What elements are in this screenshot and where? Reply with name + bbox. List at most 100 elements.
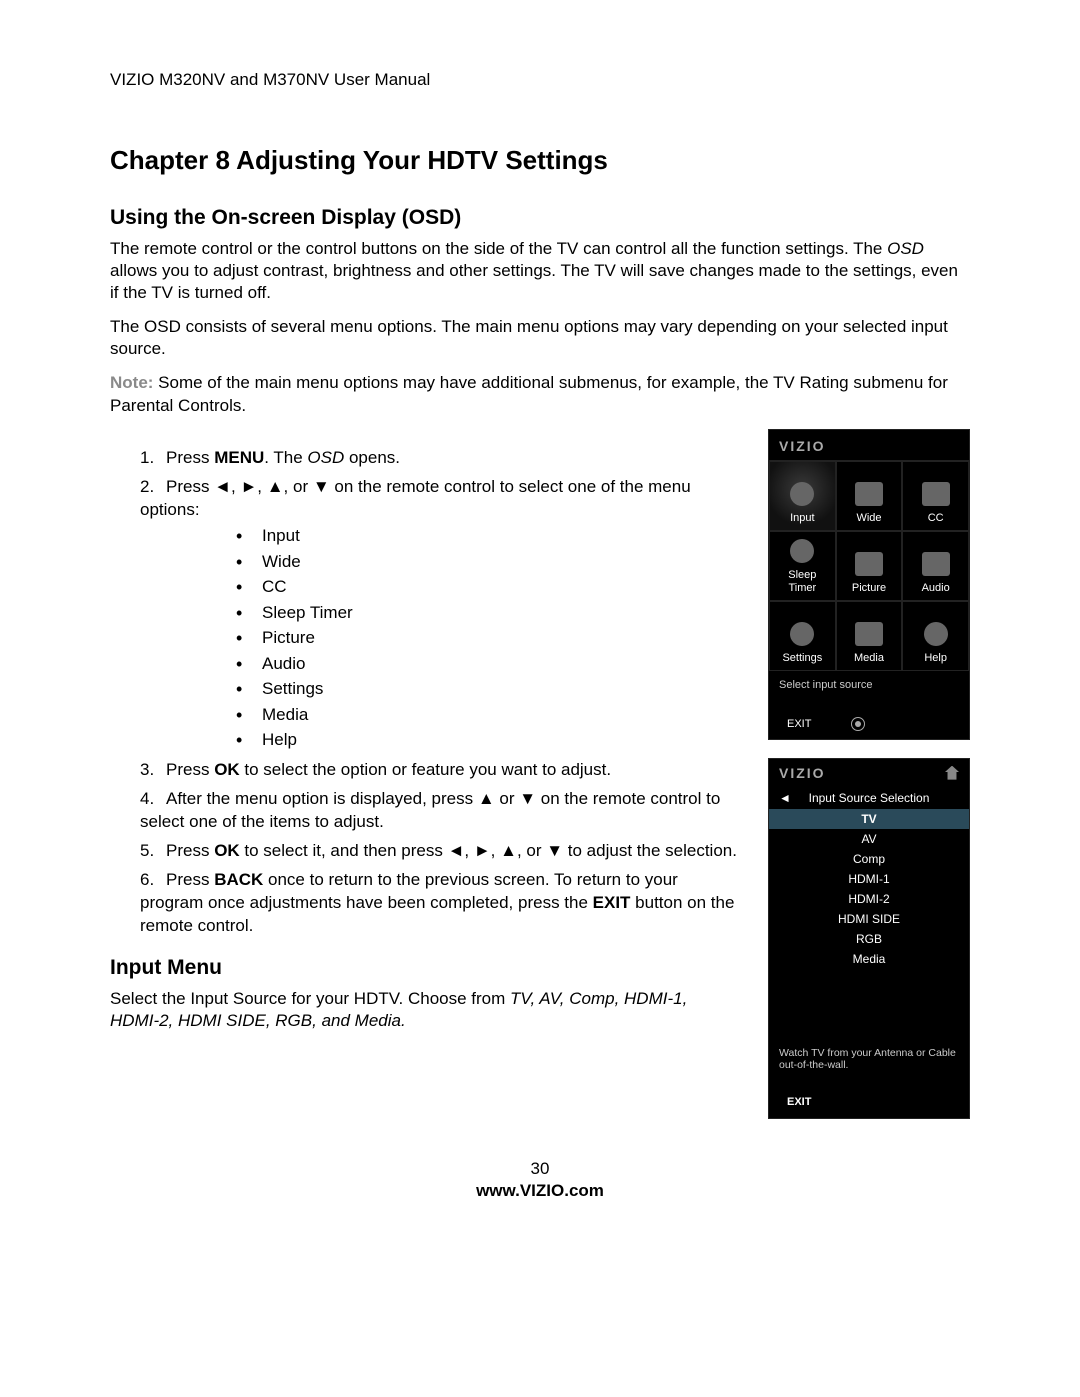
input-panel-topbar: VIZIO [769,759,969,787]
step-6: 6.Press BACK once to return to the previ… [140,869,738,938]
label: Media [854,652,884,664]
label: Wide [856,512,881,524]
title-text: Input Source Selection [809,791,930,805]
input-item-media[interactable]: Media [769,949,969,969]
bullet-item: Help [236,727,738,753]
osd-item-sleep-timer[interactable]: Sleep Timer [769,531,836,601]
input-exit-button[interactable]: EXIT [769,1086,969,1118]
osd-item-input[interactable]: Input [769,461,836,531]
osd-item-settings[interactable]: Settings [769,601,836,671]
osd-item-audio[interactable]: Audio [902,531,969,601]
back-arrow-icon[interactable]: ◄ [779,791,791,805]
osd-logo: VIZIO [779,765,826,781]
text: Press [166,448,214,467]
para-note: Note: Some of the main menu options may … [110,372,970,416]
text: After the menu option is displayed, pres… [140,789,720,831]
text: Press [166,760,214,779]
label: Sleep Timer [788,569,816,593]
osd-logo: VIZIO [769,430,969,461]
osd-item-help[interactable]: Help [902,601,969,671]
osd-term: OSD [307,448,344,467]
input-item-tv[interactable]: TV [769,809,969,829]
text: opens. [344,448,400,467]
bullet-item: Picture [236,625,738,651]
input-item-av[interactable]: AV [769,829,969,849]
text: Press [166,870,214,889]
step-4: 4.After the menu option is displayed, pr… [140,788,738,834]
osd-main-menu-screenshot: VIZIO Input Wide CC Sleep Timer Picture … [768,429,970,740]
input-panel-title: ◄ Input Source Selection [769,787,969,809]
exit-label: EXIT [787,718,811,730]
text: allows you to adjust contrast, brightnes… [110,261,958,302]
label: Input [790,512,814,524]
label: Help [924,652,947,664]
bullet-item: Media [236,702,738,728]
help-icon [924,622,948,646]
bullet-item: Input [236,523,738,549]
label: Audio [922,582,950,594]
input-item-hdmi-side[interactable]: HDMI SIDE [769,909,969,929]
osd-term: OSD [887,239,924,258]
menu-bullets: Input Wide CC Sleep Timer Picture Audio … [236,523,738,753]
input-item-hdmi2[interactable]: HDMI-2 [769,889,969,909]
bullet-item: Sleep Timer [236,600,738,626]
bullet-item: Audio [236,651,738,677]
section-input-title: Input Menu [110,956,738,980]
step-2: 2.Press ◄, ►, ▲, or ▼ on the remote cont… [140,476,738,753]
bullet-item: Settings [236,676,738,702]
back-key: BACK [214,870,263,889]
wide-icon [855,482,883,506]
ok-key: OK [214,760,240,779]
page-number: 30 [110,1159,970,1179]
media-icon [855,622,883,646]
text: Press [166,841,214,860]
note-label: Note: [110,373,153,392]
para-intro: The remote control or the control button… [110,238,970,304]
input-source-list: TV AV Comp HDMI-1 HDMI-2 HDMI SIDE RGB M… [769,809,969,969]
exit-key: EXIT [593,893,631,912]
doc-header: VIZIO M320NV and M370NV User Manual [110,70,970,90]
nav-indicator-icon [851,717,865,731]
step-1: 1.Press MENU. The OSD opens. [140,447,738,470]
label: Settings [782,652,822,664]
para-input: Select the Input Source for your HDTV. C… [110,988,738,1032]
text: . The [264,448,307,467]
osd-grid: Input Wide CC Sleep Timer Picture Audio … [769,461,969,671]
osd-item-wide[interactable]: Wide [836,461,903,531]
footer-url: www.VIZIO.com [110,1181,970,1201]
osd-status-message: Select input source [769,671,969,711]
input-item-comp[interactable]: Comp [769,849,969,869]
text: Press ◄, ►, ▲, or ▼ on the remote contro… [140,477,691,519]
osd-item-media[interactable]: Media [836,601,903,671]
home-icon[interactable] [945,766,959,780]
text: to select the option or feature you want… [240,760,611,779]
text: to select it, and then press ◄, ►, ▲, or… [240,841,737,860]
input-item-hdmi1[interactable]: HDMI-1 [769,869,969,889]
osd-item-cc[interactable]: CC [902,461,969,531]
picture-icon [855,552,883,576]
menu-key: MENU [214,448,264,467]
sleep-timer-icon [790,539,814,563]
chapter-title: Chapter 8 Adjusting Your HDTV Settings [110,145,970,176]
step-3: 3.Press OK to select the option or featu… [140,759,738,782]
label: CC [928,512,944,524]
section-osd-title: Using the On-screen Display (OSD) [110,206,970,230]
osd-exit-row[interactable]: EXIT [769,711,969,739]
step-5: 5.Press OK to select it, and then press … [140,840,738,863]
input-item-rgb[interactable]: RGB [769,929,969,949]
cc-icon [922,482,950,506]
label: Picture [852,582,886,594]
note-text: Some of the main menu options may have a… [110,373,948,414]
para-osd-consists: The OSD consists of several menu options… [110,316,970,360]
text: The remote control or the control button… [110,239,887,258]
input-icon [790,482,814,506]
input-item-description: Watch TV from your Antenna or Cable out-… [769,969,969,1086]
text: Select the Input Source for your HDTV. C… [110,989,510,1008]
osd-item-picture[interactable]: Picture [836,531,903,601]
settings-icon [790,622,814,646]
page-footer: 30 www.VIZIO.com [110,1159,970,1201]
ok-key: OK [214,841,240,860]
bullet-item: Wide [236,549,738,575]
steps-list: 1.Press MENU. The OSD opens. 2.Press ◄, … [140,447,738,938]
osd-input-source-screenshot: VIZIO ◄ Input Source Selection TV AV Com… [768,758,970,1119]
